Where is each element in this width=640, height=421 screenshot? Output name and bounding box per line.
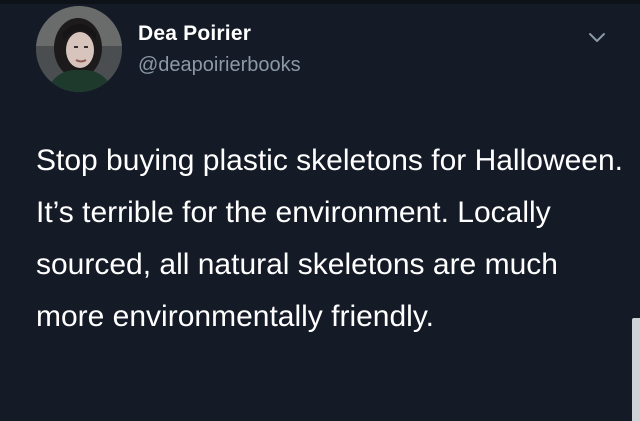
top-edge — [0, 0, 640, 4]
avatar-image — [36, 6, 122, 92]
scrollbar[interactable] — [632, 318, 640, 421]
author-handle[interactable]: @deapoirierbooks — [138, 54, 301, 77]
avatar[interactable] — [36, 6, 122, 92]
author-display-name[interactable]: Dea Poirier — [138, 22, 251, 46]
tweet-text: Stop buying plastic skeletons for Hallow… — [36, 144, 623, 333]
chevron-down-icon[interactable] — [586, 26, 608, 48]
